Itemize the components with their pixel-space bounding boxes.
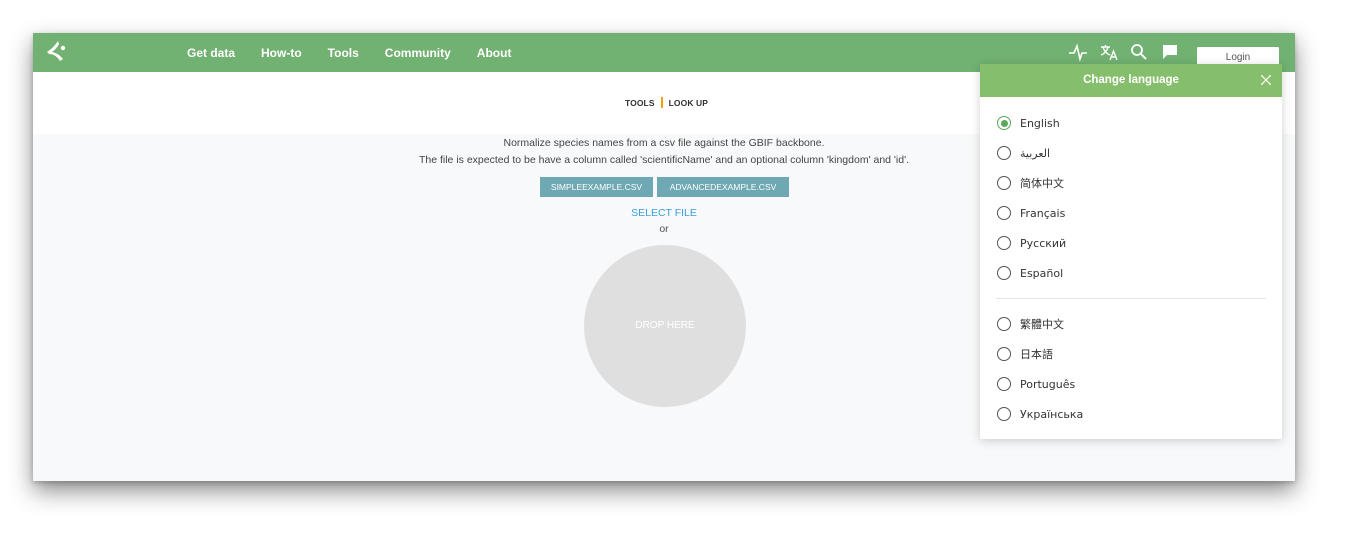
radio-icon[interactable] — [997, 377, 1011, 391]
simple-example-button[interactable]: SIMPLEEXAMPLE.CSV — [540, 177, 653, 197]
radio-icon[interactable] — [997, 317, 1011, 331]
close-icon[interactable] — [1261, 75, 1271, 85]
language-label: 简体中文 — [1020, 177, 1064, 190]
translate-icon[interactable] — [1099, 42, 1119, 62]
language-option-spanish[interactable]: Español — [997, 264, 1063, 282]
feedback-icon[interactable] — [1160, 42, 1180, 62]
breadcrumb-separator — [660, 97, 663, 108]
radio-icon[interactable] — [997, 206, 1011, 220]
breadcrumb-tools[interactable]: TOOLS — [625, 98, 655, 108]
radio-icon[interactable] — [997, 347, 1011, 361]
main-nav: Get data How-to Tools Community About — [187, 33, 537, 72]
language-label: Español — [1020, 266, 1064, 280]
radio-icon[interactable] — [997, 236, 1011, 250]
radio-icon[interactable] — [997, 407, 1011, 421]
language-divider — [996, 298, 1266, 299]
language-option-russian[interactable]: Русский — [997, 234, 1066, 252]
language-label: 日本語 — [1020, 348, 1053, 361]
nav-how-to[interactable]: How-to — [261, 46, 302, 60]
language-option-english[interactable]: English — [997, 114, 1060, 132]
search-icon[interactable] — [1129, 42, 1149, 62]
language-option-french[interactable]: Français — [997, 204, 1065, 222]
nav-get-data[interactable]: Get data — [187, 46, 235, 60]
language-label: Русский — [1020, 236, 1067, 250]
language-label: العربية — [1020, 146, 1051, 160]
nav-about[interactable]: About — [477, 46, 512, 60]
language-label: Português — [1020, 377, 1076, 391]
language-option-ukrainian[interactable]: Українська — [997, 405, 1083, 423]
radio-icon[interactable] — [997, 266, 1011, 280]
advanced-example-button[interactable]: ADVANCEDEXAMPLE.CSV — [657, 177, 789, 197]
activity-icon[interactable] — [1068, 42, 1088, 62]
language-option-portuguese[interactable]: Português — [997, 375, 1075, 393]
language-option-japanese[interactable]: 日本語 — [997, 345, 1053, 363]
breadcrumb: TOOLS LOOK UP — [625, 97, 708, 108]
language-label: Українська — [1020, 407, 1084, 421]
language-label: Français — [1020, 206, 1066, 220]
radio-icon[interactable] — [997, 176, 1011, 190]
language-label: 繁體中文 — [1020, 318, 1064, 331]
language-option-simplified-chinese[interactable]: 简体中文 — [997, 174, 1064, 192]
breadcrumb-current: LOOK UP — [668, 98, 709, 108]
radio-icon[interactable] — [997, 146, 1011, 160]
language-option-arabic[interactable]: العربية — [997, 144, 1050, 162]
language-panel-title: Change language — [980, 64, 1282, 97]
drop-zone[interactable]: DROP HERE — [584, 245, 746, 407]
radio-checked-icon[interactable] — [997, 116, 1011, 130]
language-label: English — [1020, 116, 1060, 130]
nav-community[interactable]: Community — [385, 46, 451, 60]
nav-tools[interactable]: Tools — [328, 46, 359, 60]
gbif-logo-icon[interactable] — [43, 39, 71, 65]
language-panel: Change language English العربية 简体中文 Fra… — [980, 64, 1282, 439]
language-option-traditional-chinese[interactable]: 繁體中文 — [997, 315, 1064, 333]
